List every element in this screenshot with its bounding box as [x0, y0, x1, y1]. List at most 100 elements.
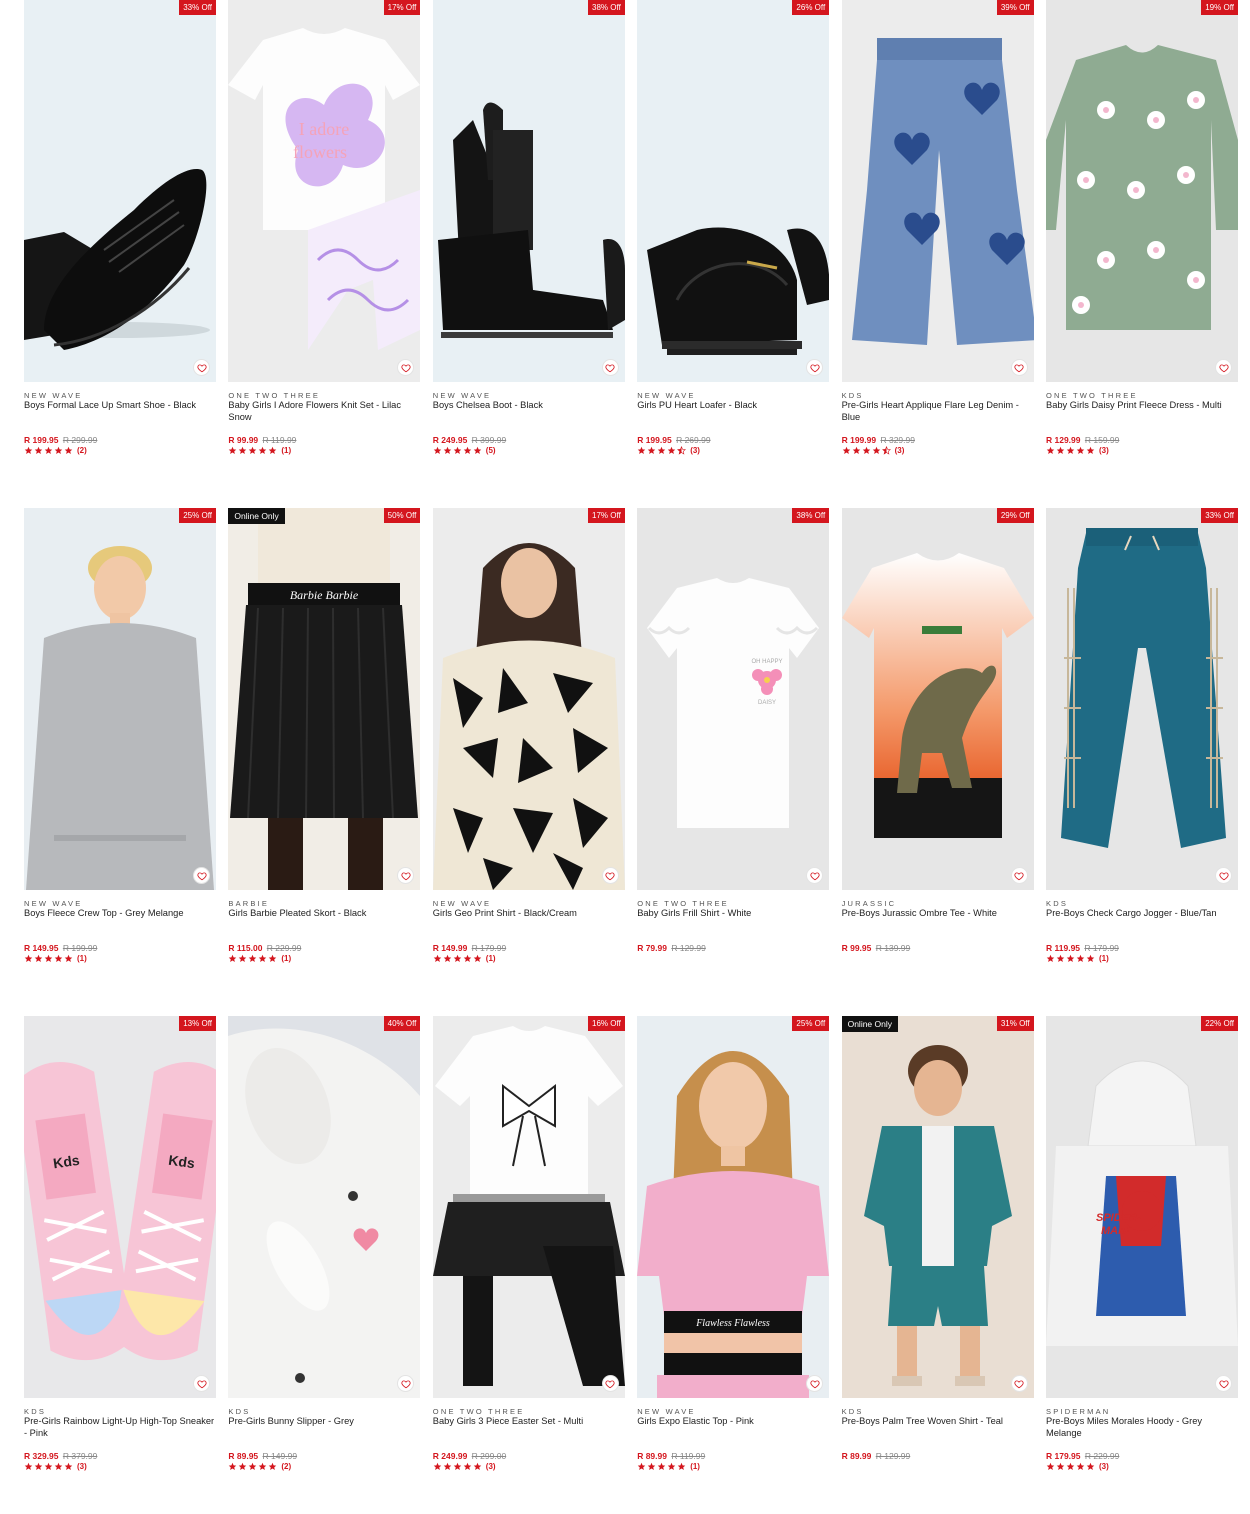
product-rating[interactable]: (1) — [637, 1461, 700, 1472]
wishlist-button[interactable] — [1215, 359, 1232, 376]
product-card[interactable]: 39% Off KDS Pre-Girls Heart Applique Fla… — [841, 0, 1034, 475]
heart-outline-icon — [1014, 1379, 1024, 1388]
rating-stars — [24, 446, 74, 455]
wishlist-button[interactable] — [601, 359, 619, 376]
star-icon — [872, 446, 880, 454]
product-rating[interactable]: (1) — [228, 445, 291, 456]
product-rating[interactable]: (3) — [1046, 1461, 1109, 1472]
product-image[interactable]: 16% Off — [432, 1016, 625, 1398]
product-name[interactable]: Boys Formal Lace Up Smart Shoe - Black — [24, 400, 216, 412]
product-rating[interactable]: (3) — [433, 1461, 496, 1472]
product-rating[interactable]: (1) — [1046, 953, 1109, 964]
product-image[interactable]: Barbie Barbie Online Only 50% Off — [228, 508, 421, 890]
product-image[interactable]: Kds Kds 13% Off — [24, 1016, 216, 1398]
product-name[interactable]: Pre-Boys Jurassic Ombre Tee - White — [842, 908, 1034, 920]
product-name[interactable]: Pre-Girls Rainbow Light-Up High-Top Snea… — [24, 1416, 216, 1439]
product-card[interactable]: OH HAPPY DAISY 38% Off ONE TWO THREE Bab… — [637, 508, 830, 983]
product-card[interactable]: 40% Off KDS Pre-Girls Bunny Slipper - Gr… — [228, 1016, 421, 1491]
product-card[interactable]: Barbie Barbie Online Only 50% Off BARBIE… — [228, 508, 421, 983]
product-image[interactable]: SPIDER- MAN! 22% Off — [1046, 1016, 1238, 1398]
product-card[interactable]: 29% Off JURASSIC Pre-Boys Jurassic Ombre… — [841, 508, 1034, 983]
product-name[interactable]: Baby Girls Frill Shirt - White — [637, 908, 829, 920]
current-price: R 149.99 — [432, 943, 468, 953]
product-card[interactable]: 19% Off ONE TWO THREE Baby Girls Daisy P… — [1046, 0, 1238, 475]
wishlist-button[interactable] — [193, 1375, 210, 1392]
heart-outline-icon — [401, 1379, 411, 1388]
product-image[interactable]: 29% Off — [841, 508, 1034, 890]
product-rating[interactable]: (5) — [433, 445, 496, 456]
wishlist-button[interactable] — [1010, 359, 1028, 376]
product-name[interactable]: Pre-Boys Palm Tree Woven Shirt - Teal — [842, 1416, 1034, 1428]
product-name[interactable]: Pre-Boys Check Cargo Jogger - Blue/Tan — [1046, 908, 1238, 920]
product-rating[interactable]: (1) — [24, 953, 87, 964]
wishlist-button[interactable] — [1215, 867, 1232, 884]
product-price: R 99.99 R 119.99 — [228, 435, 296, 445]
discount-badge: 38% Off — [588, 0, 625, 15]
wishlist-button[interactable] — [193, 359, 210, 376]
wishlist-button[interactable] — [601, 1375, 619, 1392]
product-image[interactable]: 26% Off — [637, 0, 830, 382]
original-price: R 299.99 — [62, 435, 98, 445]
product-card[interactable]: Kds Kds 13% Off KDS Pre-Girls Rainbow Li… — [24, 1016, 216, 1491]
product-card[interactable]: 33% Off NEW WAVE Boys Formal Lace Up Sma… — [24, 0, 216, 475]
product-rating[interactable]: (2) — [228, 1461, 291, 1472]
product-card[interactable]: 16% Off ONE TWO THREE Baby Girls 3 Piece… — [432, 1016, 625, 1491]
product-name[interactable]: Baby Girls Daisy Print Fleece Dress - Mu… — [1046, 400, 1238, 412]
product-rating[interactable]: (3) — [637, 445, 700, 456]
product-image[interactable]: OH HAPPY DAISY 38% Off — [637, 508, 830, 890]
product-card[interactable]: 33% Off KDS Pre-Boys Check Cargo Jogger … — [1046, 508, 1238, 983]
product-image[interactable]: 38% Off — [432, 0, 625, 382]
product-card[interactable]: I adore flowers 17% Off ONE TWO THREE Ba… — [228, 0, 421, 475]
product-name[interactable]: Pre-Girls Bunny Slipper - Grey — [228, 1416, 420, 1428]
product-card[interactable]: SPIDER- MAN! 22% Off SPIDERMAN Pre-Boys … — [1046, 1016, 1238, 1491]
original-price: R 199.99 — [62, 943, 98, 953]
product-brand: ONE TWO THREE — [1046, 391, 1138, 400]
product-image[interactable]: I adore flowers 17% Off — [228, 0, 421, 382]
star-icon — [1086, 954, 1095, 962]
product-name[interactable]: Pre-Boys Miles Morales Hoody - Grey Mela… — [1046, 1416, 1238, 1439]
product-name[interactable]: Girls PU Heart Loafer - Black — [637, 400, 829, 412]
product-image[interactable]: Online Only 31% Off — [841, 1016, 1034, 1398]
product-name[interactable]: Boys Chelsea Boot - Black — [433, 400, 625, 412]
product-rating[interactable]: (1) — [228, 953, 291, 964]
product-image[interactable]: Flawless Flawless 25% Off — [637, 1016, 830, 1398]
product-rating[interactable]: (2) — [24, 445, 87, 456]
product-rating[interactable]: (1) — [433, 953, 496, 964]
original-price: R 379.99 — [62, 1451, 98, 1461]
product-card[interactable]: Flawless Flawless 25% Off NEW WAVE Girls… — [637, 1016, 830, 1491]
discount-badge: 29% Off — [996, 508, 1034, 523]
wishlist-button[interactable] — [601, 867, 619, 884]
product-image[interactable]: 40% Off — [228, 1016, 421, 1398]
wishlist-button[interactable] — [1215, 1375, 1232, 1392]
product-name[interactable]: Boys Fleece Crew Top - Grey Melange — [24, 908, 216, 920]
product-image[interactable]: 25% Off — [24, 508, 216, 890]
wishlist-button[interactable] — [1010, 867, 1028, 884]
product-rating[interactable]: (3) — [842, 445, 904, 456]
online-only-badge: Online Only — [841, 1016, 899, 1032]
product-name[interactable]: Girls Barbie Pleated Skort - Black — [228, 908, 420, 920]
product-image[interactable]: 39% Off — [841, 0, 1034, 382]
product-card[interactable]: 17% Off NEW WAVE Girls Geo Print Shirt -… — [432, 508, 625, 983]
product-photo — [1046, 45, 1238, 330]
heart-outline-icon — [1218, 871, 1229, 880]
product-image[interactable]: 33% Off — [1046, 508, 1238, 890]
product-rating[interactable]: (3) — [24, 1461, 87, 1472]
product-name[interactable]: Girls Geo Print Shirt - Black/Cream — [433, 908, 625, 920]
wishlist-button[interactable] — [193, 867, 210, 884]
product-card[interactable]: Online Only 31% Off KDS Pre-Boys Palm Tr… — [841, 1016, 1034, 1491]
product-name[interactable]: Baby Girls 3 Piece Easter Set - Multi — [433, 1416, 625, 1428]
product-name[interactable]: Baby Girls I Adore Flowers Knit Set - Li… — [228, 400, 420, 423]
product-image[interactable]: 19% Off — [1046, 0, 1238, 382]
product-card[interactable]: 26% Off NEW WAVE Girls PU Heart Loafer -… — [637, 0, 830, 475]
wishlist-button[interactable] — [1010, 1375, 1028, 1392]
product-name[interactable]: Girls Expo Elastic Top - Pink — [637, 1416, 829, 1428]
product-name[interactable]: Pre-Girls Heart Applique Flare Leg Denim… — [842, 400, 1034, 423]
product-price: R 79.99 R 129.99 — [637, 943, 706, 953]
product-image[interactable]: 17% Off — [432, 508, 625, 890]
product-rating[interactable]: (3) — [1046, 445, 1109, 456]
product-card[interactable]: 25% Off NEW WAVE Boys Fleece Crew Top - … — [24, 508, 216, 983]
original-price: R 329.99 — [880, 435, 915, 445]
product-card[interactable]: 38% Off NEW WAVE Boys Chelsea Boot - Bla… — [432, 0, 625, 475]
svg-text:Flawless Flawless: Flawless Flawless — [695, 1318, 770, 1329]
product-image[interactable]: 33% Off — [24, 0, 216, 382]
